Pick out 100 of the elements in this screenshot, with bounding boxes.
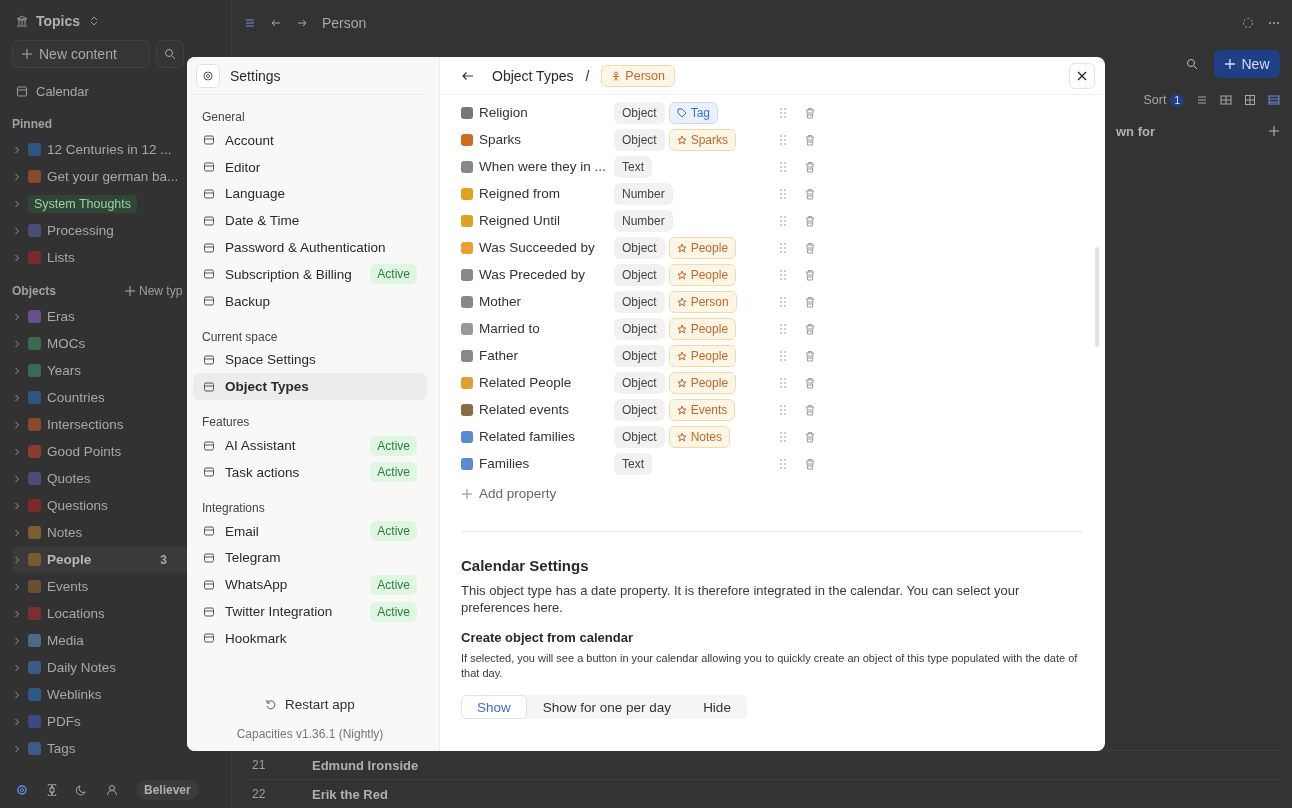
chevron-icon[interactable] (12, 743, 22, 754)
chevron-icon[interactable] (12, 365, 22, 376)
pinned-item[interactable]: 12 Centuries in 12 ... (47, 142, 172, 157)
object-type-item[interactable]: Daily Notes (12, 654, 223, 681)
table-cell[interactable]: Edmund Ironside (312, 757, 419, 773)
trash-icon[interactable] (804, 241, 816, 254)
chevron-icon[interactable] (12, 473, 22, 484)
settings-menu-item[interactable]: Account (193, 127, 427, 154)
property-name[interactable]: Related People (479, 375, 614, 390)
new-content-button[interactable]: New content (12, 40, 150, 68)
segment-option[interactable]: Show for one per day (526, 695, 688, 719)
object-type-item[interactable]: Weblinks (12, 681, 223, 708)
drag-handle-icon[interactable] (777, 349, 789, 362)
chevron-icon[interactable] (12, 581, 22, 592)
chevron-icon[interactable] (12, 338, 22, 349)
chevron-icon[interactable] (12, 635, 22, 646)
trash-icon[interactable] (804, 133, 816, 146)
drag-handle-icon[interactable] (777, 214, 789, 227)
close-button[interactable] (1069, 62, 1095, 89)
trash-icon[interactable] (804, 214, 816, 227)
chevron-icon[interactable] (12, 527, 22, 538)
drag-handle-icon[interactable] (777, 376, 789, 389)
table-cell[interactable]: Erik the Red (312, 786, 388, 802)
trash-icon[interactable] (804, 187, 816, 200)
property-name[interactable]: Was Preceded by (479, 267, 614, 282)
trash-icon[interactable] (804, 268, 816, 281)
add-property-button[interactable]: Add property (461, 486, 557, 501)
space-name[interactable]: Topics (36, 13, 81, 29)
pinned-item[interactable]: Lists (47, 250, 75, 265)
pinned-item[interactable]: Processing (47, 223, 114, 238)
chevron-icon[interactable] (12, 392, 22, 403)
sort-button[interactable]: Sort (1143, 93, 1167, 107)
drag-handle-icon[interactable] (777, 295, 789, 308)
settings-icon[interactable] (16, 784, 28, 796)
drag-handle-icon[interactable] (777, 268, 789, 281)
segment-option[interactable]: Hide (687, 695, 747, 719)
pinned-item[interactable]: Get your german ba... (47, 169, 179, 184)
object-type-item[interactable]: PDFs (12, 708, 223, 735)
search-icon[interactable] (1186, 58, 1198, 70)
property-name[interactable]: Mother (479, 294, 614, 309)
settings-menu-item[interactable]: Editor (193, 153, 427, 181)
calendar-link[interactable]: Calendar (12, 78, 223, 104)
breadcrumb[interactable]: Person (322, 15, 367, 31)
segment-option[interactable]: Show (461, 695, 527, 719)
property-name[interactable]: Married to (479, 321, 614, 336)
drag-handle-icon[interactable] (777, 457, 789, 470)
chevron-icon[interactable] (12, 252, 22, 263)
trash-icon[interactable] (804, 430, 816, 443)
trash-icon[interactable] (804, 376, 816, 389)
list-view-icon[interactable] (1196, 94, 1208, 106)
chevron-icon[interactable] (12, 419, 22, 430)
gallery-view-icon[interactable] (1220, 94, 1232, 106)
property-name[interactable]: Related families (479, 429, 614, 444)
drag-handle-icon[interactable] (777, 430, 789, 443)
back-arrow-icon[interactable] (270, 17, 282, 29)
drag-handle-icon[interactable] (777, 133, 789, 146)
restart-button[interactable]: Restart app (259, 696, 361, 713)
settings-menu-item[interactable]: Date & Time (193, 207, 427, 235)
moon-icon[interactable] (76, 784, 88, 796)
plan-badge[interactable]: Believer (136, 780, 199, 800)
property-name[interactable]: Related events (479, 402, 614, 417)
chevron-icon[interactable] (12, 198, 22, 209)
drag-handle-icon[interactable] (777, 403, 789, 416)
grid-view-icon[interactable] (1244, 94, 1256, 106)
trash-icon[interactable] (804, 349, 816, 362)
search-button[interactable] (156, 40, 184, 68)
drag-handle-icon[interactable] (777, 322, 789, 335)
property-name[interactable]: Reigned from (479, 186, 614, 201)
property-name[interactable]: When were they in ... (479, 159, 614, 174)
trash-icon[interactable] (804, 106, 816, 119)
chevron-icon[interactable] (12, 500, 22, 511)
trash-icon[interactable] (804, 160, 816, 173)
chevron-icon[interactable] (12, 608, 22, 619)
property-name[interactable]: Religion (479, 105, 614, 120)
chevron-icon[interactable] (12, 311, 22, 322)
settings-menu-item[interactable]: Object Types (193, 373, 427, 401)
chevron-icon[interactable] (12, 171, 22, 182)
chevron-icon[interactable] (12, 554, 22, 565)
trash-icon[interactable] (804, 322, 816, 335)
property-name[interactable]: Father (479, 348, 614, 363)
menu-icon[interactable] (244, 17, 256, 29)
property-name[interactable]: Families (479, 456, 614, 471)
trash-icon[interactable] (804, 295, 816, 308)
page-title[interactable]: Object Types (492, 67, 574, 84)
property-name[interactable]: Was Succeeded by (479, 240, 614, 255)
trash-icon[interactable] (804, 457, 816, 470)
chevron-icon[interactable] (12, 662, 22, 673)
drag-handle-icon[interactable] (777, 241, 789, 254)
chevron-icon[interactable] (12, 716, 22, 727)
column-header[interactable]: wn for (1116, 123, 1155, 139)
chevron-icon[interactable] (12, 225, 22, 236)
drag-handle-icon[interactable] (777, 160, 789, 173)
settings-menu-item[interactable]: Subscription & Billing Active (193, 261, 427, 288)
chevron-icon[interactable] (12, 689, 22, 700)
user-icon[interactable] (106, 784, 118, 796)
forward-arrow-icon[interactable] (296, 17, 308, 29)
settings-menu-item[interactable]: Language (193, 180, 427, 208)
drag-handle-icon[interactable] (777, 187, 789, 200)
chevron-icon[interactable] (12, 144, 22, 155)
table-view-icon[interactable] (1268, 94, 1280, 106)
